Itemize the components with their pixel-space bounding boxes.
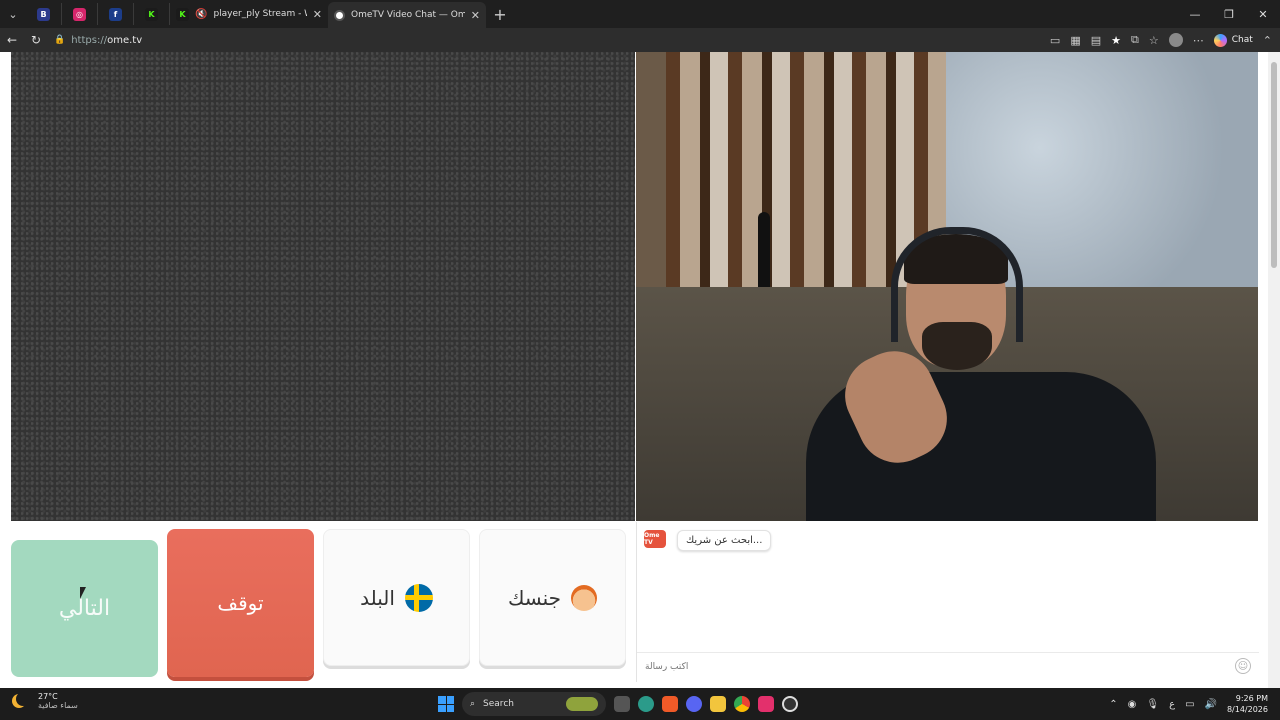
url-field[interactable]: 🔒 https://ome.tv xyxy=(54,35,654,46)
gender-button[interactable]: جنسك xyxy=(479,529,626,666)
taskbar-apps: ⌕ Search xyxy=(438,692,798,716)
reading-view-icon[interactable]: ▤ xyxy=(1091,34,1101,47)
favorites-icon[interactable]: ☆ xyxy=(1149,34,1159,47)
control-buttons: التالي توقف البلد جنسك xyxy=(11,529,626,677)
tab-title: OmeTV Video Chat — Omegle xyxy=(351,10,465,20)
volume-icon[interactable]: 🔊 xyxy=(1205,699,1217,710)
tab-actions-menu-icon[interactable]: ⌄ xyxy=(0,0,26,28)
search-label: Search xyxy=(483,699,514,709)
message-input[interactable] xyxy=(645,658,1205,676)
search-highlight-icon xyxy=(566,697,598,711)
browser-toolbar: ▭ ▦ ▤ ★ ⧉ ☆ ⋯ Chat ⌃ xyxy=(1050,28,1272,52)
lock-icon[interactable]: 🔒 xyxy=(54,35,65,45)
vase xyxy=(758,212,770,297)
profile-avatar[interactable] xyxy=(1168,33,1183,47)
task-view-icon[interactable] xyxy=(614,696,630,712)
tab-instagram[interactable]: ◎ xyxy=(62,3,98,25)
url-protocol: https:// xyxy=(71,34,108,46)
ometv-favicon-icon xyxy=(334,9,345,21)
kick-icon: K xyxy=(145,7,158,21)
clock-date: 8/14/2026 xyxy=(1226,705,1268,714)
twitch-icon[interactable] xyxy=(758,696,774,712)
refresh-icon[interactable]: ↻ xyxy=(24,33,48,47)
gender-label: جنسك xyxy=(507,585,562,610)
speaker-muted-icon[interactable]: 🔇 xyxy=(195,9,207,20)
instagram-icon: ◎ xyxy=(73,7,86,21)
country-button[interactable]: البلد xyxy=(323,529,470,666)
kick-icon: K xyxy=(176,7,189,21)
tab-vk[interactable]: B xyxy=(26,3,62,25)
ometv-logo-icon: Ome TV xyxy=(644,530,666,548)
favorite-star-icon[interactable]: ★ xyxy=(1111,34,1121,47)
tab-title: player_ply Stream - Watch Live xyxy=(213,9,306,19)
more-options-icon[interactable]: ⋯ xyxy=(1193,34,1204,47)
sidebar-toggle-icon[interactable]: ⌃ xyxy=(1263,34,1272,47)
chat-panel: Ome TV ...ابحث عن شريك ☺ xyxy=(636,522,1259,682)
clock[interactable]: 9:26 PM 8/14/2026 xyxy=(1227,693,1268,715)
page-scrollbar[interactable] xyxy=(1268,52,1280,688)
scroll-thumb[interactable] xyxy=(1271,62,1277,268)
file-explorer-icon[interactable] xyxy=(710,696,726,712)
chat-label: Chat xyxy=(1231,35,1253,45)
sweden-flag-icon xyxy=(404,583,433,612)
close-icon[interactable]: ✕ xyxy=(471,9,480,22)
new-tab-button[interactable]: + xyxy=(486,5,514,24)
minimize-icon[interactable]: — xyxy=(1178,0,1212,28)
network-icon[interactable]: ▭ xyxy=(1185,699,1194,710)
close-window-icon[interactable]: ✕ xyxy=(1246,0,1280,28)
obs-icon[interactable] xyxy=(782,696,798,712)
copilot-icon xyxy=(1213,33,1227,47)
chrome-icon[interactable] xyxy=(734,696,750,712)
tab-kick[interactable]: K xyxy=(134,3,170,25)
discord-tray-icon[interactable]: ◉ xyxy=(1128,699,1137,710)
stop-button[interactable]: توقف xyxy=(167,529,314,677)
clock-time: 9:26 PM xyxy=(1235,694,1268,703)
app-grid-icon[interactable]: ▦ xyxy=(1070,34,1080,47)
vk-icon: B xyxy=(37,7,50,21)
camera-icon[interactable]: ▭ xyxy=(1050,34,1060,47)
copilot-chat-button[interactable]: Chat xyxy=(1213,33,1253,47)
self-video xyxy=(636,52,1258,521)
facebook-icon: f xyxy=(109,7,122,21)
temperature: 27°C xyxy=(38,692,58,701)
microphone-icon[interactable]: 🎙 xyxy=(1146,699,1159,710)
input-language[interactable]: ع xyxy=(1169,699,1175,710)
back-icon[interactable]: ← xyxy=(0,33,24,47)
taskbar-search[interactable]: ⌕ Search xyxy=(462,692,606,716)
extensions-icon[interactable]: ⧉ xyxy=(1131,33,1139,47)
weather-description: سماء صافية xyxy=(38,701,78,710)
tab-player-stream[interactable]: K 🔇 player_ply Stream - Watch Live ✕ xyxy=(170,3,328,25)
windows-taskbar: 27°C سماء صافية ⌕ Search ⌃ ◉ 🎙 ع ▭ 🔊 9:2… xyxy=(0,688,1280,720)
boy-icon xyxy=(571,584,598,611)
country-label: البلد xyxy=(360,585,395,610)
chevron-up-icon[interactable]: ⌃ xyxy=(1109,699,1117,710)
next-button[interactable]: التالي xyxy=(11,540,158,677)
stop-label: توقف xyxy=(217,591,264,615)
tab-ometv[interactable]: OmeTV Video Chat — Omegle ✕ xyxy=(328,2,486,28)
status-message: ...ابحث عن شريك xyxy=(677,530,772,551)
system-tray: ⌃ ◉ 🎙 ع ▭ 🔊 9:26 PM 8/14/2026 xyxy=(1109,691,1268,717)
tab-facebook[interactable]: f xyxy=(98,3,134,25)
mouse-cursor-icon xyxy=(80,587,92,599)
page-viewport: التالي توقف البلد جنسك Ome TV ...ابحث عن… xyxy=(0,52,1280,688)
moon-icon xyxy=(16,692,30,706)
window-controls: — ❐ ✕ xyxy=(1178,0,1280,28)
browser-tab-bar: ⌄ B ◎ f K K 🔇 player_ply Stream - Watch … xyxy=(0,0,1280,28)
url-host: ome.tv xyxy=(107,34,143,46)
discord-icon[interactable] xyxy=(686,696,702,712)
next-label: التالي xyxy=(58,596,111,621)
windows-start-icon[interactable] xyxy=(438,696,454,712)
restore-icon[interactable]: ❐ xyxy=(1212,0,1246,28)
edge-icon[interactable] xyxy=(638,696,654,712)
weather-widget[interactable]: 27°C سماء صافية xyxy=(12,692,78,710)
search-icon: ⌕ xyxy=(470,699,476,709)
message-input-area: ☺ xyxy=(637,652,1259,680)
emoji-icon[interactable]: ☺ xyxy=(1235,658,1251,674)
close-icon[interactable]: ✕ xyxy=(313,8,322,21)
headset xyxy=(891,227,1023,342)
partner-video xyxy=(11,52,635,521)
address-bar: ← ↻ 🔒 https://ome.tv ▭ ▦ ▤ ★ ⧉ ☆ ⋯ Chat … xyxy=(0,28,1280,52)
brave-icon[interactable] xyxy=(662,696,678,712)
